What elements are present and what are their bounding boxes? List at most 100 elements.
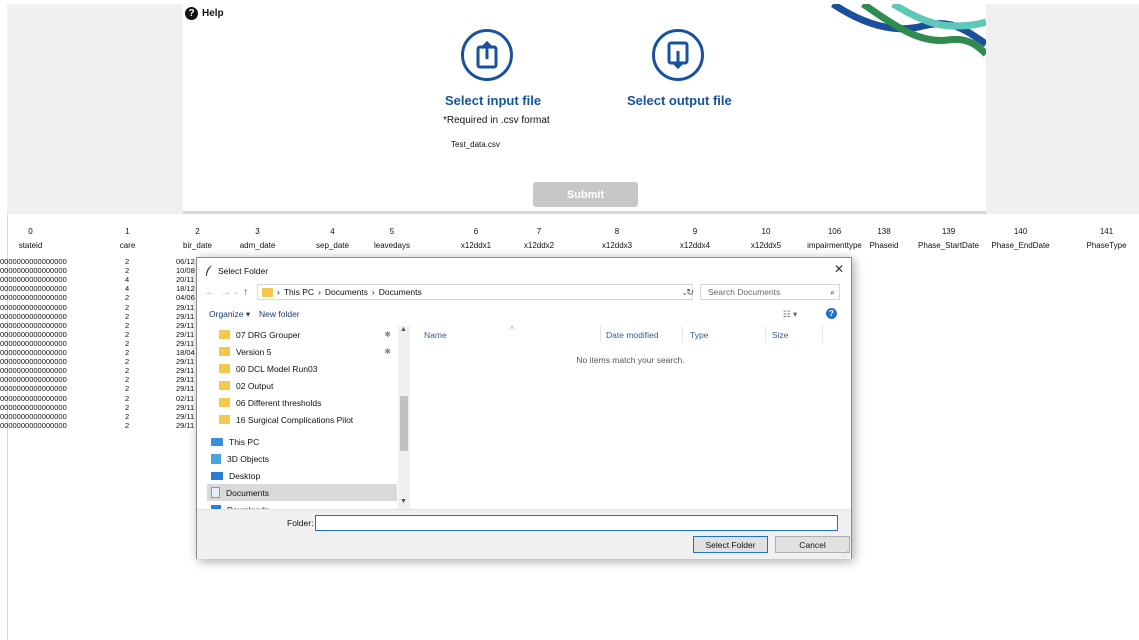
table-cell: 4	[125, 284, 130, 294]
refresh-icon[interactable]: ↻	[679, 284, 701, 300]
nav-item[interactable]: Downloads	[207, 501, 397, 509]
column-header[interactable]: care	[100, 241, 155, 250]
table-cell: 29/11	[176, 320, 195, 330]
column-header[interactable]: x12ddx4	[665, 241, 725, 250]
table-cell: 0000000000000000	[0, 275, 67, 285]
column-header[interactable]: bir_date	[170, 241, 225, 250]
resize-grip-icon[interactable]: ⋰	[842, 550, 849, 558]
table-cell: 29/11	[176, 311, 195, 321]
table-cell: 2	[125, 293, 130, 303]
nav-item[interactable]: 07 DRG Grouper ✱	[207, 326, 397, 343]
up-arrow-icon[interactable]: ↑	[243, 287, 248, 298]
column-header[interactable]: PhaseType	[1079, 241, 1134, 250]
search-icon: ⌕	[829, 287, 835, 297]
folder-icon	[219, 415, 230, 424]
submit-button[interactable]: Submit	[533, 182, 638, 207]
column-header[interactable]: x12ddx5	[736, 241, 796, 250]
table-cell: 2	[125, 320, 130, 330]
nav-item[interactable]: Documents	[207, 484, 397, 501]
table-cell: 10/08	[176, 266, 195, 276]
breadcrumb-documents-current[interactable]: Documents	[379, 287, 422, 297]
nav-item[interactable]: 00 DCL Model Run03	[207, 360, 397, 377]
table-cell: 02/11	[176, 393, 195, 403]
table-row: 0000000000000000 2 29/11	[0, 303, 200, 312]
scroll-up-icon[interactable]: ▲	[400, 326, 407, 333]
table-cell: 2	[125, 338, 130, 348]
nav-item[interactable]: This PC	[207, 433, 397, 450]
forward-arrow-icon[interactable]: →	[221, 287, 231, 298]
nav-item[interactable]: 16 Surgical Complications Pilot	[207, 411, 397, 428]
folder-input[interactable]	[315, 515, 838, 531]
help-icon: ?	[185, 7, 198, 20]
table-row: 0000000000000000 2 29/11	[0, 384, 200, 393]
organize-button[interactable]: Organize ▾	[209, 309, 250, 320]
scroll-thumb[interactable]	[400, 396, 408, 451]
input-filename: Test_data.csv	[451, 140, 500, 149]
table-row: 0000000000000000 4 20/11	[0, 275, 200, 284]
table-cell: 0000000000000000	[0, 375, 67, 385]
select-output-button[interactable]	[652, 29, 704, 81]
table-cell: 0000000000000000	[0, 348, 67, 357]
column-date-modified[interactable]: Date modified	[606, 330, 658, 340]
table-cell: 04/06	[176, 293, 195, 303]
breadcrumb-this-pc[interactable]: This PC	[284, 287, 314, 297]
table-cell: 29/11	[176, 357, 195, 367]
table-cell: 0000000000000000	[0, 284, 67, 294]
column-name[interactable]: Name	[424, 330, 447, 340]
table-cell: 0000000000000000	[0, 311, 67, 321]
back-arrow-icon[interactable]: ←	[205, 287, 215, 298]
column-header[interactable]: Phaseid	[854, 241, 914, 250]
help-link[interactable]: ? Help	[185, 7, 224, 20]
select-input-button[interactable]	[461, 29, 513, 81]
column-header[interactable]: x12ddx1	[446, 241, 506, 250]
select-folder-button[interactable]: Select Folder	[693, 536, 768, 553]
column-header[interactable]: stateid	[3, 241, 58, 250]
select-output-label[interactable]: Select output file	[627, 93, 732, 108]
address-bar[interactable]: › This PC › Documents › Documents ⌄	[257, 284, 693, 300]
column-header[interactable]: Phase_EndDate	[988, 241, 1053, 250]
new-folder-button[interactable]: New folder	[259, 309, 300, 319]
nav-item[interactable]: Version 5 ✱	[207, 343, 397, 360]
column-size[interactable]: Size	[772, 330, 789, 340]
column-header[interactable]: sep_date	[305, 241, 360, 250]
view-options-icon[interactable]: ☷ ▾	[783, 309, 797, 320]
close-icon[interactable]: ✕	[834, 262, 844, 276]
nav-item[interactable]: 06 Different thresholds	[207, 394, 397, 411]
column-number: 139	[941, 227, 956, 236]
table-cell: 0000000000000000	[0, 320, 67, 330]
cancel-button[interactable]: Cancel	[775, 536, 850, 553]
select-input-label[interactable]: Select input file	[445, 93, 541, 108]
column-header[interactable]: x12ddx2	[509, 241, 569, 250]
table-cell: 29/11	[176, 338, 195, 348]
nav-item[interactable]: Desktop	[207, 467, 397, 484]
breadcrumb-documents[interactable]: Documents	[325, 287, 368, 297]
required-note: *Required in .csv format	[443, 115, 550, 126]
column-type[interactable]: Type	[690, 330, 708, 340]
column-header[interactable]: Phase_StartDate	[916, 241, 981, 250]
table-row: 0000000000000000 2 29/11	[0, 321, 200, 330]
app-panel: ? Help Select input file *Required in .c…	[183, 4, 986, 214]
column-number: 4	[330, 227, 335, 236]
chevron-down-icon[interactable]: ⌄	[233, 288, 239, 296]
breadcrumb-separator: ›	[277, 287, 280, 297]
help-icon[interactable]: ?	[826, 308, 837, 319]
nav-scrollbar[interactable]: ▲ ▼	[398, 326, 410, 509]
nav-item-label: Documents	[226, 487, 269, 498]
table-cell: 29/11	[176, 329, 195, 339]
scroll-down-icon[interactable]: ▼	[400, 498, 407, 505]
search-input[interactable]: Search Documents ⌕	[700, 284, 840, 300]
column-number: 5	[389, 227, 395, 236]
column-header[interactable]: leavedays	[362, 241, 422, 250]
folder-icon	[262, 287, 273, 297]
column-number: 7	[536, 227, 542, 236]
column-header[interactable]: adm_date	[230, 241, 285, 250]
table-cell: 0000000000000000	[0, 338, 67, 348]
folder-icon	[219, 381, 230, 390]
column-header[interactable]: x12ddx3	[587, 241, 647, 250]
nav-item[interactable]: 02 Output	[207, 377, 397, 394]
dialog-footer: Folder: Select Folder Cancel ⋰	[197, 509, 851, 559]
nav-item[interactable]: 3D Objects	[207, 450, 397, 467]
table-cell: 18/04	[176, 348, 195, 357]
dialog-title: Select Folder	[218, 265, 269, 276]
wave-logo	[831, 4, 986, 57]
